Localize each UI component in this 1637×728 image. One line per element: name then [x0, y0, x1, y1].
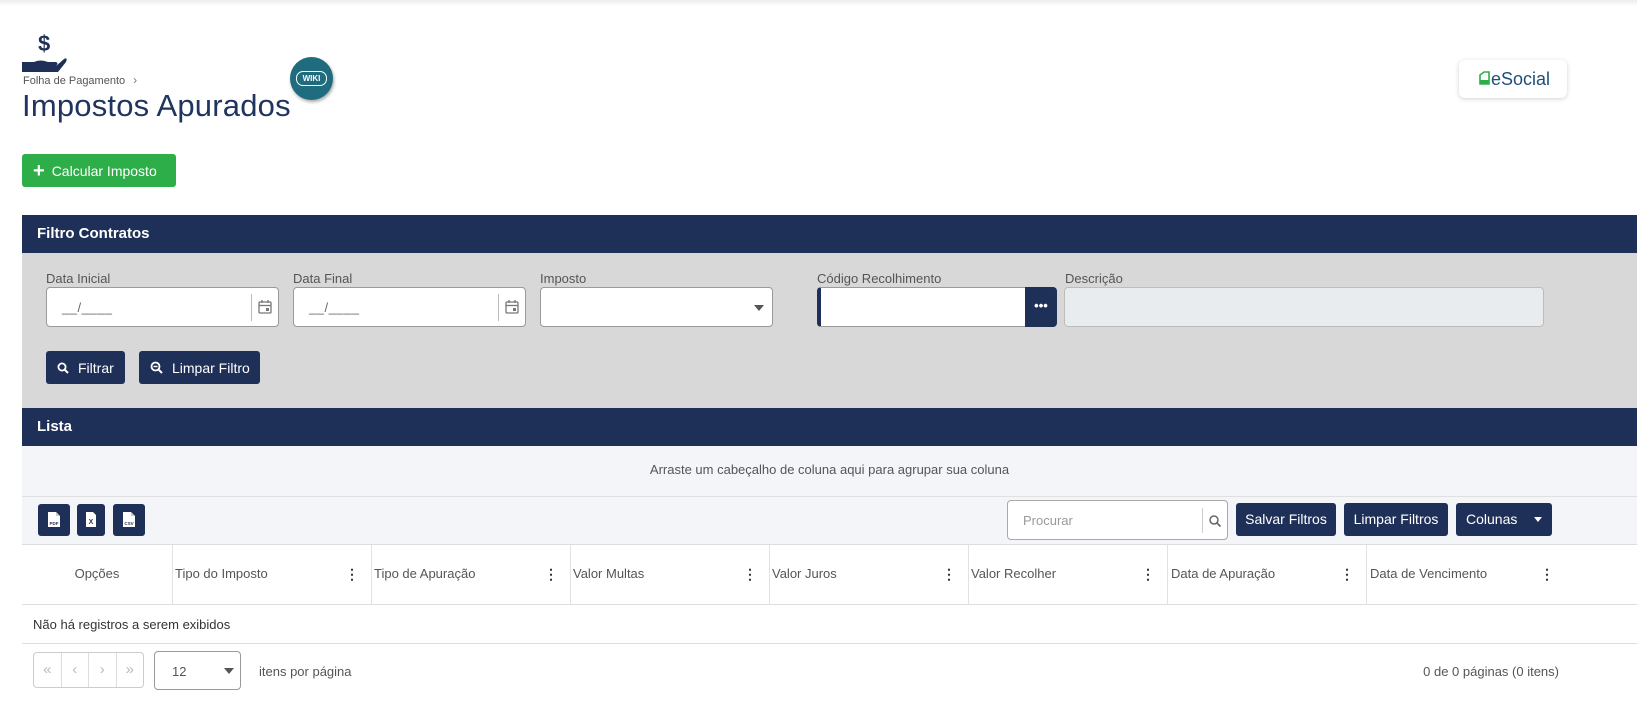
divider [22, 643, 1637, 644]
limpar-filtro-label: Limpar Filtro [172, 359, 250, 376]
svg-text:$: $ [38, 32, 50, 56]
calcular-imposto-button[interactable]: + Calcular Imposto [22, 154, 176, 187]
plus-icon: + [33, 159, 45, 182]
wiki-label: WIKI [296, 71, 327, 86]
calcular-imposto-label: Calcular Imposto [51, 162, 157, 179]
svg-text:PDF: PDF [50, 521, 59, 526]
chevron-down-icon [224, 668, 234, 674]
imposto-label: Imposto [540, 271, 587, 286]
column-label: Valor Juros [772, 566, 837, 581]
per-page-label: itens por página [259, 664, 352, 679]
codigo-lookup-button[interactable]: ••• [1025, 287, 1057, 327]
chevron-down-icon [754, 305, 764, 311]
export-pdf-button[interactable]: PDF [38, 504, 70, 536]
limpar-filtro-button[interactable]: Limpar Filtro [139, 351, 260, 384]
top-shadow [0, 0, 1637, 6]
data-inicial-label: Data Inicial [46, 271, 111, 286]
codigo-recolhimento-label: Código Recolhimento [817, 271, 942, 286]
zoom-clear-icon [150, 361, 163, 374]
column-label: Tipo de Apuração [374, 566, 476, 581]
breadcrumb[interactable]: Folha de Pagamento › [23, 73, 137, 87]
breadcrumb-item[interactable]: Folha de Pagamento [23, 75, 125, 87]
column-menu-icon[interactable]: ⋮ [1540, 545, 1554, 603]
svg-text:X: X [89, 519, 94, 526]
imposto-select[interactable] [540, 287, 773, 327]
colunas-dropdown-button[interactable]: Colunas [1456, 503, 1552, 536]
filtrar-button[interactable]: Filtrar [46, 351, 125, 384]
calendar-icon[interactable] [251, 294, 278, 321]
column-header-data-vencimento[interactable]: Data de Vencimento ⋮ [1367, 545, 1566, 604]
column-header-opcoes[interactable]: Opções [22, 545, 173, 604]
filter-panel-header: Filtro Contratos [22, 215, 1637, 253]
grid-search-input[interactable]: Procurar [1007, 500, 1228, 540]
data-inicial-input[interactable]: __/____ [46, 287, 279, 327]
last-page-button[interactable]: » [117, 653, 144, 687]
data-inicial-mask: __/____ [62, 300, 113, 315]
column-menu-icon[interactable]: ⋮ [1141, 545, 1155, 603]
column-label: Data de Vencimento [1370, 566, 1488, 581]
column-label: Valor Recolher [971, 566, 1057, 581]
colunas-label: Colunas [1466, 511, 1518, 527]
column-header-valor-recolher[interactable]: Valor Recolher ⋮ [969, 545, 1168, 604]
table-header: Opções Tipo do Imposto ⋮ Tipo de Apuração… [22, 544, 1637, 605]
empty-message: Não há registros a serem exibidos [33, 617, 231, 632]
limpar-filtros-button[interactable]: Limpar Filtros [1344, 503, 1448, 536]
page-size-select[interactable]: 12 [154, 651, 241, 690]
codigo-recolhimento-input[interactable] [817, 287, 1026, 327]
svg-text:CSV: CSV [124, 521, 133, 526]
excel-icon: X [86, 512, 96, 527]
salvar-filtros-button[interactable]: Salvar Filtros [1236, 503, 1336, 536]
descricao-label: Descrição [1065, 271, 1123, 286]
next-page-button[interactable]: › [89, 653, 117, 687]
search-placeholder: Procurar [1023, 513, 1073, 528]
column-label: Valor Multas [573, 566, 645, 581]
data-final-mask: __/____ [309, 300, 360, 315]
page-title: Impostos Apurados [22, 88, 291, 123]
list-panel-header: Lista [22, 408, 1637, 446]
export-csv-button[interactable]: CSV [113, 504, 145, 536]
chevron-down-icon [1534, 517, 1542, 522]
calendar-icon[interactable] [498, 294, 525, 321]
prev-page-button[interactable]: ‹ [62, 653, 89, 687]
csv-icon: CSV [123, 512, 135, 527]
search-icon [57, 362, 69, 374]
esocial-label: eSocial [1491, 69, 1551, 89]
column-label: Tipo do Imposto [175, 566, 268, 581]
filtrar-label: Filtrar [78, 359, 114, 376]
search-icon[interactable] [1202, 508, 1227, 533]
group-drop-area[interactable]: Arraste um cabeçalho de coluna aqui para… [22, 446, 1637, 497]
esocial-logo-icon [1479, 71, 1490, 85]
column-header-data-apuracao[interactable]: Data de Apuração ⋮ [1168, 545, 1367, 604]
data-final-input[interactable]: __/____ [293, 287, 526, 327]
first-page-button[interactable]: « [34, 653, 62, 687]
column-menu-icon[interactable]: ⋮ [743, 545, 757, 603]
export-excel-button[interactable]: X [77, 504, 105, 536]
column-header-tipo-apuracao[interactable]: Tipo de Apuração ⋮ [372, 545, 571, 604]
money-hand-icon: $ [22, 32, 67, 72]
data-final-label: Data Final [293, 271, 353, 286]
column-label: Data de Apuração [1171, 566, 1276, 581]
descricao-input [1064, 287, 1544, 327]
column-header-valor-multas[interactable]: Valor Multas ⋮ [571, 545, 770, 604]
column-header-tipo-imposto[interactable]: Tipo do Imposto ⋮ [173, 545, 372, 604]
column-menu-icon[interactable]: ⋮ [345, 545, 359, 603]
breadcrumb-separator: › [133, 73, 138, 87]
wiki-button[interactable]: WIKI [290, 57, 333, 100]
column-header-valor-juros[interactable]: Valor Juros ⋮ [770, 545, 969, 604]
pager: « ‹ › » [33, 652, 144, 688]
page-size-value: 12 [172, 664, 187, 679]
esocial-button[interactable]: eSocial [1459, 60, 1567, 98]
column-label: Opções [74, 566, 120, 581]
column-menu-icon[interactable]: ⋮ [544, 545, 558, 603]
page-info: 0 de 0 páginas (0 itens) [1423, 664, 1559, 679]
column-menu-icon[interactable]: ⋮ [942, 545, 956, 603]
pdf-icon: PDF [48, 512, 60, 527]
column-menu-icon[interactable]: ⋮ [1340, 545, 1354, 603]
